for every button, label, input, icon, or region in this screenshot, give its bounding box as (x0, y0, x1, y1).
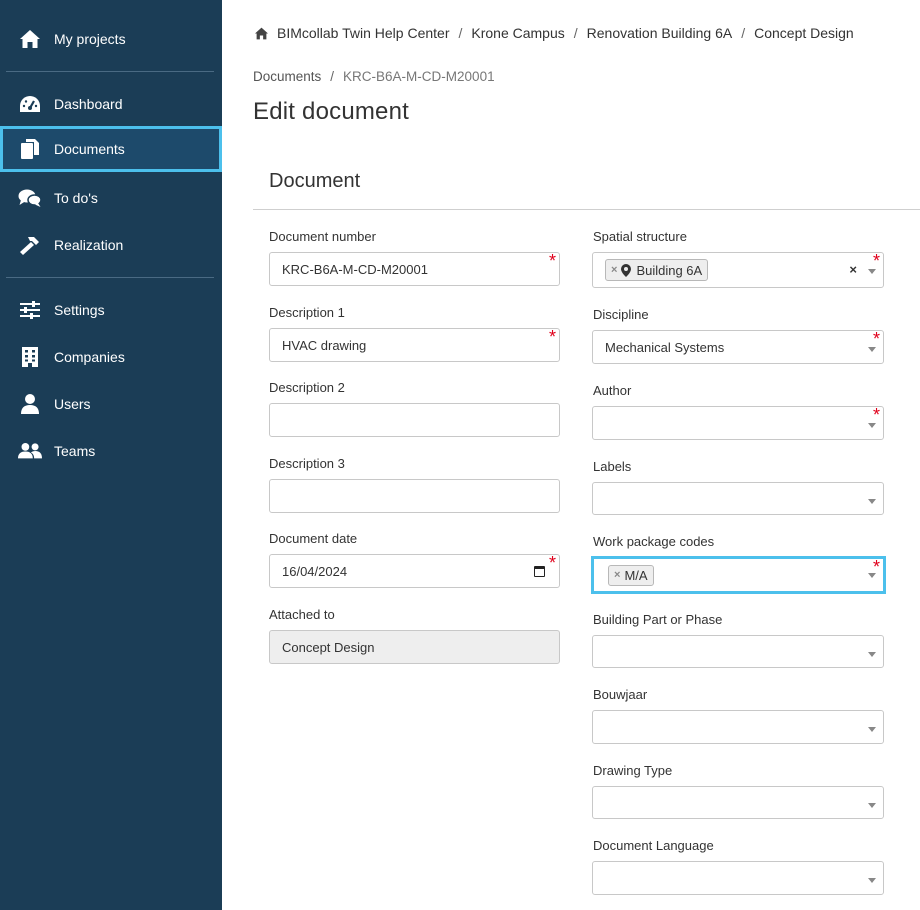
chevron-down-icon[interactable] (868, 878, 876, 883)
remove-tag-icon[interactable]: × (614, 569, 620, 581)
document-number-value: KRC-B6A-M-CD-M20001 (282, 261, 428, 277)
sidebar-item-label: Dashboard (54, 96, 123, 112)
discipline-select[interactable]: Mechanical Systems * (592, 330, 884, 364)
description-1-value: HVAC drawing (282, 337, 367, 353)
user-icon (18, 392, 42, 416)
required-marker: * (548, 327, 556, 347)
sidebar-item-label: To do's (54, 190, 98, 206)
required-marker: * (548, 553, 556, 573)
sub-breadcrumb-current: KRC-B6A-M-CD-M20001 (343, 69, 495, 84)
spatial-structure-select[interactable]: × Building 6A × * (592, 252, 884, 288)
sub-breadcrumb: Documents / KRC-B6A-M-CD-M20001 (253, 69, 495, 84)
attached-to-input: Concept Design (269, 630, 560, 664)
sidebar-item-documents[interactable]: Documents (0, 126, 222, 172)
description-2-label: Description 2 (269, 380, 345, 395)
spatial-structure-tag-label: Building 6A (636, 262, 703, 278)
breadcrumb: BIMcollab Twin Help Center / Krone Campu… (254, 25, 854, 41)
attached-to-label: Attached to (269, 607, 335, 622)
section-title: Document (269, 170, 361, 192)
document-number-input[interactable]: KRC-B6A-M-CD-M20001 * (269, 252, 560, 286)
sidebar-item-label: Users (54, 396, 91, 412)
document-date-value: 16/04/2024 (282, 563, 348, 579)
chevron-down-icon[interactable] (868, 803, 876, 808)
section-divider (253, 209, 920, 210)
calendar-icon[interactable] (534, 566, 545, 577)
document-date-input[interactable]: 16/04/2024 * (269, 554, 560, 588)
discipline-value: Mechanical Systems (605, 339, 725, 355)
sliders-icon (18, 298, 42, 322)
home-icon[interactable] (254, 27, 269, 40)
description-3-label: Description 3 (269, 456, 345, 471)
description-3-input[interactable] (269, 479, 560, 513)
sidebar: My projects Dashboard Documents To do's … (0, 0, 222, 910)
home-icon (18, 27, 42, 51)
sidebar-item-realization[interactable]: Realization (0, 222, 222, 268)
sidebar-divider (6, 71, 214, 72)
chat-icon (18, 186, 42, 210)
attached-to-value: Concept Design (282, 639, 375, 655)
author-select[interactable]: * (592, 406, 884, 440)
users-icon (18, 439, 42, 463)
page-title: Edit document (253, 98, 410, 125)
required-marker: * (872, 329, 880, 349)
bouwjaar-select[interactable] (592, 710, 884, 744)
document-language-select[interactable] (592, 861, 884, 895)
sidebar-item-users[interactable]: Users (0, 381, 222, 427)
chevron-down-icon[interactable] (868, 727, 876, 732)
sidebar-item-my-projects[interactable]: My projects (0, 16, 222, 62)
breadcrumb-item[interactable]: Renovation Building 6A (587, 25, 733, 41)
spatial-structure-label: Spatial structure (593, 229, 687, 244)
sidebar-item-label: Companies (54, 349, 125, 365)
building-icon (18, 345, 42, 369)
sidebar-item-settings[interactable]: Settings (0, 287, 222, 333)
breadcrumb-item[interactable]: Krone Campus (471, 25, 564, 41)
work-package-tag-label: M/A (624, 567, 648, 583)
sidebar-item-todos[interactable]: To do's (0, 175, 222, 221)
clear-selection-icon[interactable]: × (849, 262, 857, 277)
building-part-select[interactable] (592, 635, 884, 668)
documents-icon (18, 137, 42, 161)
document-date-label: Document date (269, 531, 358, 546)
labels-label: Labels (593, 459, 632, 474)
drawing-type-select[interactable] (592, 786, 884, 819)
discipline-label: Discipline (593, 307, 649, 322)
description-2-input[interactable] (269, 403, 560, 437)
description-1-label: Description 1 (269, 305, 345, 320)
map-pin-icon (621, 263, 632, 277)
sidebar-item-label: Settings (54, 302, 105, 318)
document-language-label: Document Language (593, 838, 714, 853)
drawing-type-label: Drawing Type (593, 763, 673, 778)
sidebar-item-companies[interactable]: Companies (0, 334, 222, 380)
required-marker: * (548, 251, 556, 271)
sidebar-item-dashboard[interactable]: Dashboard (0, 81, 222, 127)
work-package-codes-label: Work package codes (593, 534, 715, 549)
chevron-down-icon[interactable] (868, 652, 876, 657)
sidebar-item-teams[interactable]: Teams (0, 428, 222, 474)
required-marker: * (872, 557, 880, 577)
required-marker: * (872, 251, 880, 271)
work-package-codes-select[interactable]: × M/A * (591, 556, 886, 594)
chevron-down-icon[interactable] (868, 499, 876, 504)
bouwjaar-label: Bouwjaar (593, 687, 648, 702)
sidebar-item-label: Documents (54, 141, 125, 157)
labels-select[interactable] (592, 482, 884, 515)
breadcrumb-item[interactable]: Concept Design (754, 25, 854, 41)
author-label: Author (593, 383, 632, 398)
sub-breadcrumb-documents[interactable]: Documents (253, 69, 321, 84)
sidebar-item-label: My projects (54, 31, 126, 47)
document-number-label: Document number (269, 229, 376, 244)
work-package-tag: × M/A (608, 564, 654, 586)
spatial-structure-tag: × Building 6A (605, 259, 709, 281)
remove-tag-icon[interactable]: × (611, 264, 617, 276)
hammer-icon (18, 233, 42, 257)
sidebar-item-label: Realization (54, 237, 124, 253)
dashboard-icon (18, 92, 42, 116)
sidebar-item-label: Teams (54, 443, 96, 459)
breadcrumb-item[interactable]: BIMcollab Twin Help Center (277, 25, 449, 41)
required-marker: * (872, 405, 880, 425)
building-part-label: Building Part or Phase (593, 612, 723, 627)
description-1-input[interactable]: HVAC drawing * (269, 328, 560, 362)
sidebar-divider (6, 277, 214, 278)
